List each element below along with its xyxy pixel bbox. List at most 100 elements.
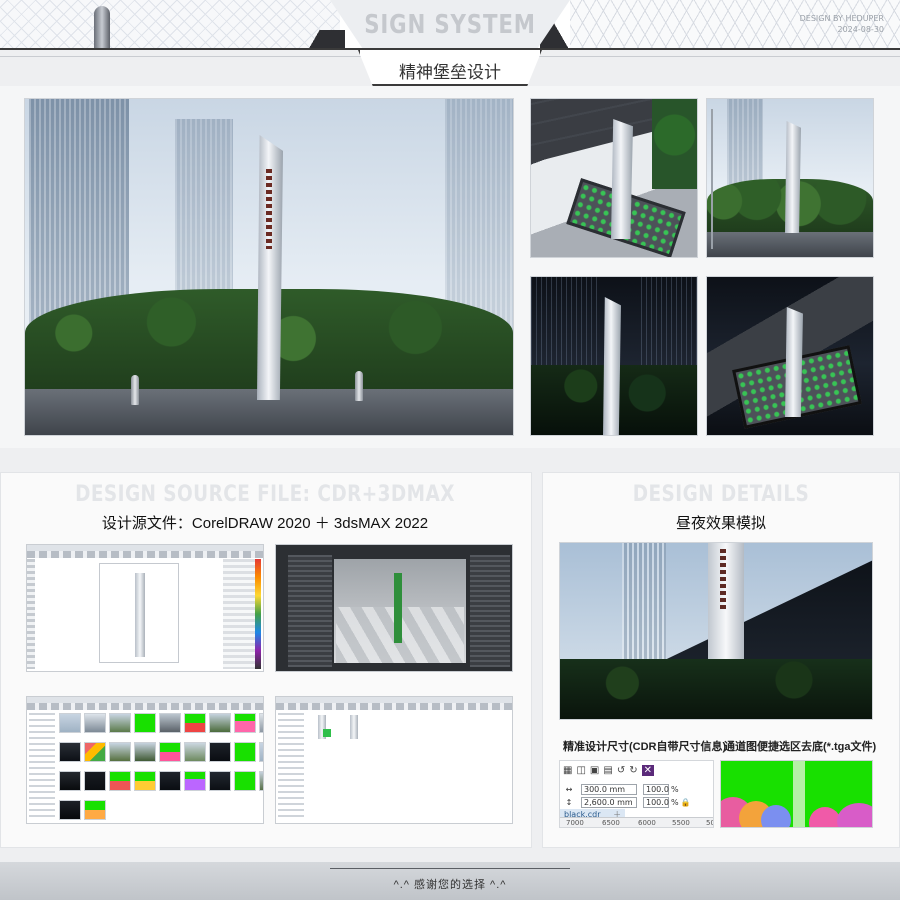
render-aerial-day[interactable]	[530, 98, 698, 258]
thumb[interactable]	[59, 771, 81, 791]
page-subtitle: 精神堡垒设计	[399, 63, 501, 82]
width-field[interactable]: 300.0 mm	[581, 783, 637, 795]
max-selected-object	[394, 573, 402, 643]
tga-sign-mask	[793, 761, 805, 827]
height-field[interactable]: 2,600.0 mm	[581, 796, 637, 808]
street-monolith	[785, 121, 801, 233]
cdr-sign-drawing	[135, 573, 145, 657]
thumb[interactable]	[159, 742, 181, 762]
rotate-right-icon[interactable]: ↻	[629, 765, 641, 776]
day-night-comparison[interactable]	[559, 542, 873, 720]
rotate-left-icon[interactable]: ↺	[617, 765, 629, 776]
cdr-ruler: 7000 6500 6000 5500 50	[560, 817, 713, 827]
render-monolith-text	[266, 169, 272, 249]
thumb[interactable]	[134, 713, 156, 733]
ungroup-icon[interactable]: ▤	[603, 765, 616, 776]
tga-blob	[761, 805, 791, 827]
grid-icon[interactable]: ▦	[563, 765, 576, 776]
ruler-tick: 6000	[638, 819, 656, 827]
thumb[interactable]	[184, 771, 206, 791]
tga-blob	[809, 807, 841, 827]
height-arrow-icon: ↕	[565, 797, 573, 807]
thumb[interactable]	[209, 713, 231, 733]
render-night-aerial[interactable]	[706, 276, 874, 436]
thumb[interactable]	[234, 742, 256, 762]
tga-blob	[837, 803, 872, 827]
thumb[interactable]	[234, 771, 256, 791]
footer-line	[330, 868, 570, 869]
cdr-palette	[255, 559, 261, 669]
thumb[interactable]	[109, 742, 131, 762]
caption-channel: 通道图便捷选区去底(*.tga文件)	[724, 741, 877, 753]
night-aerial-monolith	[785, 307, 803, 417]
explorer2-tree	[278, 713, 304, 821]
thumb[interactable]	[159, 713, 181, 733]
width-arrow-icon: ↔	[565, 784, 573, 794]
width-pct: %	[671, 784, 679, 794]
thumb[interactable]	[59, 742, 81, 762]
aerial-monolith	[611, 119, 633, 239]
thumb[interactable]	[209, 771, 231, 791]
page-title: SIGN SYSTEM	[364, 10, 536, 40]
street-road	[707, 232, 873, 257]
cdr-width-row: ↔ 300.0 mm 100.0 %	[560, 783, 713, 795]
render-street-day[interactable]	[706, 98, 874, 258]
caption-size: 精准设计尺寸(CDR自带尺寸信息)	[563, 741, 727, 753]
ruler-tick: 5500	[672, 819, 690, 827]
street-lamp-icon	[711, 109, 713, 249]
group-icon[interactable]: ▣	[590, 765, 603, 776]
arrange-icon[interactable]: ◫	[576, 765, 589, 776]
max-command-panel	[470, 555, 510, 667]
source-bg-title: DESIGN SOURCE FILE: CDR+3DMAX	[75, 482, 455, 507]
thumb[interactable]	[109, 771, 131, 791]
comparison-sign-text	[720, 549, 726, 609]
thumb[interactable]	[109, 713, 131, 733]
thumb[interactable]	[134, 771, 156, 791]
cdr-height-row: ↕ 2,600.0 mm 100.0 % 🔒	[560, 796, 713, 808]
explorer-files-screenshot[interactable]	[275, 696, 513, 824]
credit-line-2: 2024-08-30	[837, 25, 885, 34]
thumb[interactable]	[184, 742, 206, 762]
thumb[interactable]	[84, 742, 106, 762]
explorer2-ribbon	[276, 703, 512, 710]
thumb[interactable]	[184, 713, 206, 733]
thumb[interactable]	[234, 713, 256, 733]
thumb[interactable]	[59, 800, 81, 820]
file-max-icon[interactable]	[350, 715, 358, 739]
thumb[interactable]	[259, 742, 263, 762]
render-person-right	[355, 371, 363, 401]
transform-icon[interactable]: ✕	[641, 764, 654, 776]
thumb[interactable]	[134, 742, 156, 762]
file-badge-icon	[323, 729, 331, 737]
night-tower-left	[531, 277, 601, 377]
render-night-front[interactable]	[530, 276, 698, 436]
header-bar: SIGN SYSTEM DESIGN BY HEDUPER 2024-08-30	[0, 0, 900, 50]
coreldraw-screenshot[interactable]	[26, 544, 264, 672]
thumb[interactable]	[209, 742, 231, 762]
cdr-menubar	[27, 551, 263, 558]
thumb[interactable]	[84, 713, 106, 733]
cdr-toolbar-icons: ▦ ◫ ▣ ▤ ↺ ↻ ✕	[560, 763, 713, 777]
thumb[interactable]	[84, 800, 106, 820]
height-pct: %	[671, 797, 679, 807]
ruler-tick: 50	[706, 819, 713, 827]
render-main-day[interactable]	[24, 98, 514, 436]
thumb[interactable]	[159, 771, 181, 791]
explorer-tree	[29, 713, 55, 821]
height-scale-field[interactable]: 100.0	[643, 796, 669, 808]
comparison-trees	[560, 659, 872, 719]
night-monolith	[603, 297, 621, 435]
details-bg-title: DESIGN DETAILS	[632, 482, 810, 507]
tga-channel-map	[720, 760, 873, 828]
thumb[interactable]	[84, 771, 106, 791]
explorer-thumbnails-screenshot[interactable]	[26, 696, 264, 824]
header-credit: DESIGN BY HEDUPER 2024-08-30	[800, 13, 884, 35]
cdr-size-panel: ▦ ◫ ▣ ▤ ↺ ↻ ✕ ↔ 300.0 mm 100.0 % ↕ 2,600…	[559, 760, 714, 828]
thumb[interactable]	[259, 713, 263, 733]
explorer-thumb-grid	[59, 713, 263, 823]
lock-icon[interactable]: 🔒	[681, 798, 691, 807]
width-scale-field[interactable]: 100.0	[643, 783, 669, 795]
3dsmax-screenshot[interactable]	[275, 544, 513, 672]
thumb[interactable]	[59, 713, 81, 733]
thumb[interactable]	[259, 771, 263, 791]
